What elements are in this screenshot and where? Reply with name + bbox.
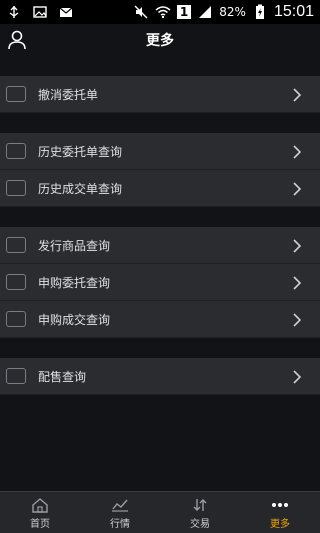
menu-list: 撤消委托单 历史委托单查询 历史成交单查询 发行商品查询 申购委托查询 申购成交… xyxy=(0,56,320,395)
swap-icon xyxy=(6,274,26,290)
section-divider xyxy=(0,113,320,133)
chevron-right-icon xyxy=(290,144,304,159)
tab-home[interactable]: 首页 xyxy=(0,492,80,533)
sim-badge: 1 xyxy=(176,5,192,19)
receipt-icon xyxy=(6,311,26,327)
tab-more[interactable]: 更多 xyxy=(240,492,320,533)
battery-charging-icon xyxy=(252,4,268,20)
clock: 15:01 xyxy=(273,3,314,20)
section-divider xyxy=(0,338,320,358)
page-title: 更多 xyxy=(146,33,174,49)
menu-item-label: 申购成交查询 xyxy=(38,312,111,327)
chevron-right-icon xyxy=(290,87,304,102)
usb-icon xyxy=(6,4,22,20)
chevron-right-icon xyxy=(290,275,304,290)
chart-icon xyxy=(110,497,130,513)
signal-icon xyxy=(197,4,213,20)
menu-item-subscription-orders[interactable]: 申购委托查询 xyxy=(0,264,320,301)
menu-item-allotment-query[interactable]: 配售查询 xyxy=(0,358,320,395)
ticket-icon xyxy=(6,86,26,102)
mail-icon xyxy=(58,4,74,20)
menu-item-label: 申购委托查询 xyxy=(38,275,111,290)
tab-label: 交易 xyxy=(190,518,210,530)
more-icon xyxy=(270,497,290,513)
menu-item-label: 发行商品查询 xyxy=(38,238,111,253)
status-bar: 1 82% 15:01 xyxy=(0,0,320,24)
trade-icon xyxy=(190,497,210,513)
wifi-icon xyxy=(155,4,171,20)
menu-item-issued-products[interactable]: 发行商品查询 xyxy=(0,227,320,264)
section-divider xyxy=(0,207,320,227)
ticket-icon xyxy=(6,368,26,384)
mute-icon xyxy=(133,4,149,20)
battery-percent: 82% xyxy=(219,5,246,19)
menu-item-label: 历史成交单查询 xyxy=(38,181,123,196)
image-icon xyxy=(32,4,48,20)
tab-label: 行情 xyxy=(110,518,130,530)
section-divider xyxy=(0,56,320,76)
menu-item-history-orders[interactable]: 历史委托单查询 xyxy=(0,133,320,170)
bottom-tab-bar: 首页 行情 交易 更多 xyxy=(0,491,320,533)
status-bar-left xyxy=(0,4,74,20)
swap-icon xyxy=(6,180,26,196)
menu-item-label: 撤消委托单 xyxy=(38,87,99,102)
tab-trade[interactable]: 交易 xyxy=(160,492,240,533)
list-icon xyxy=(6,143,26,159)
menu-item-subscription-trades[interactable]: 申购成交查询 xyxy=(0,301,320,338)
menu-item-history-trades[interactable]: 历史成交单查询 xyxy=(0,170,320,207)
chevron-right-icon xyxy=(290,181,304,196)
home-icon xyxy=(30,497,50,513)
chevron-right-icon xyxy=(290,312,304,327)
tab-label: 首页 xyxy=(30,518,50,530)
app-header: 更多 xyxy=(0,24,320,56)
tab-market[interactable]: 行情 xyxy=(80,492,160,533)
status-bar-right: 1 82% 15:01 xyxy=(133,3,320,21)
chevron-right-icon xyxy=(290,369,304,384)
menu-item-cancel-order[interactable]: 撤消委托单 xyxy=(0,76,320,113)
tab-label: 更多 xyxy=(270,518,290,530)
chevron-right-icon xyxy=(290,238,304,253)
user-profile-icon[interactable] xyxy=(6,29,28,51)
menu-item-label: 历史委托单查询 xyxy=(38,144,123,159)
list-icon xyxy=(6,237,26,253)
menu-item-label: 配售查询 xyxy=(38,369,87,384)
